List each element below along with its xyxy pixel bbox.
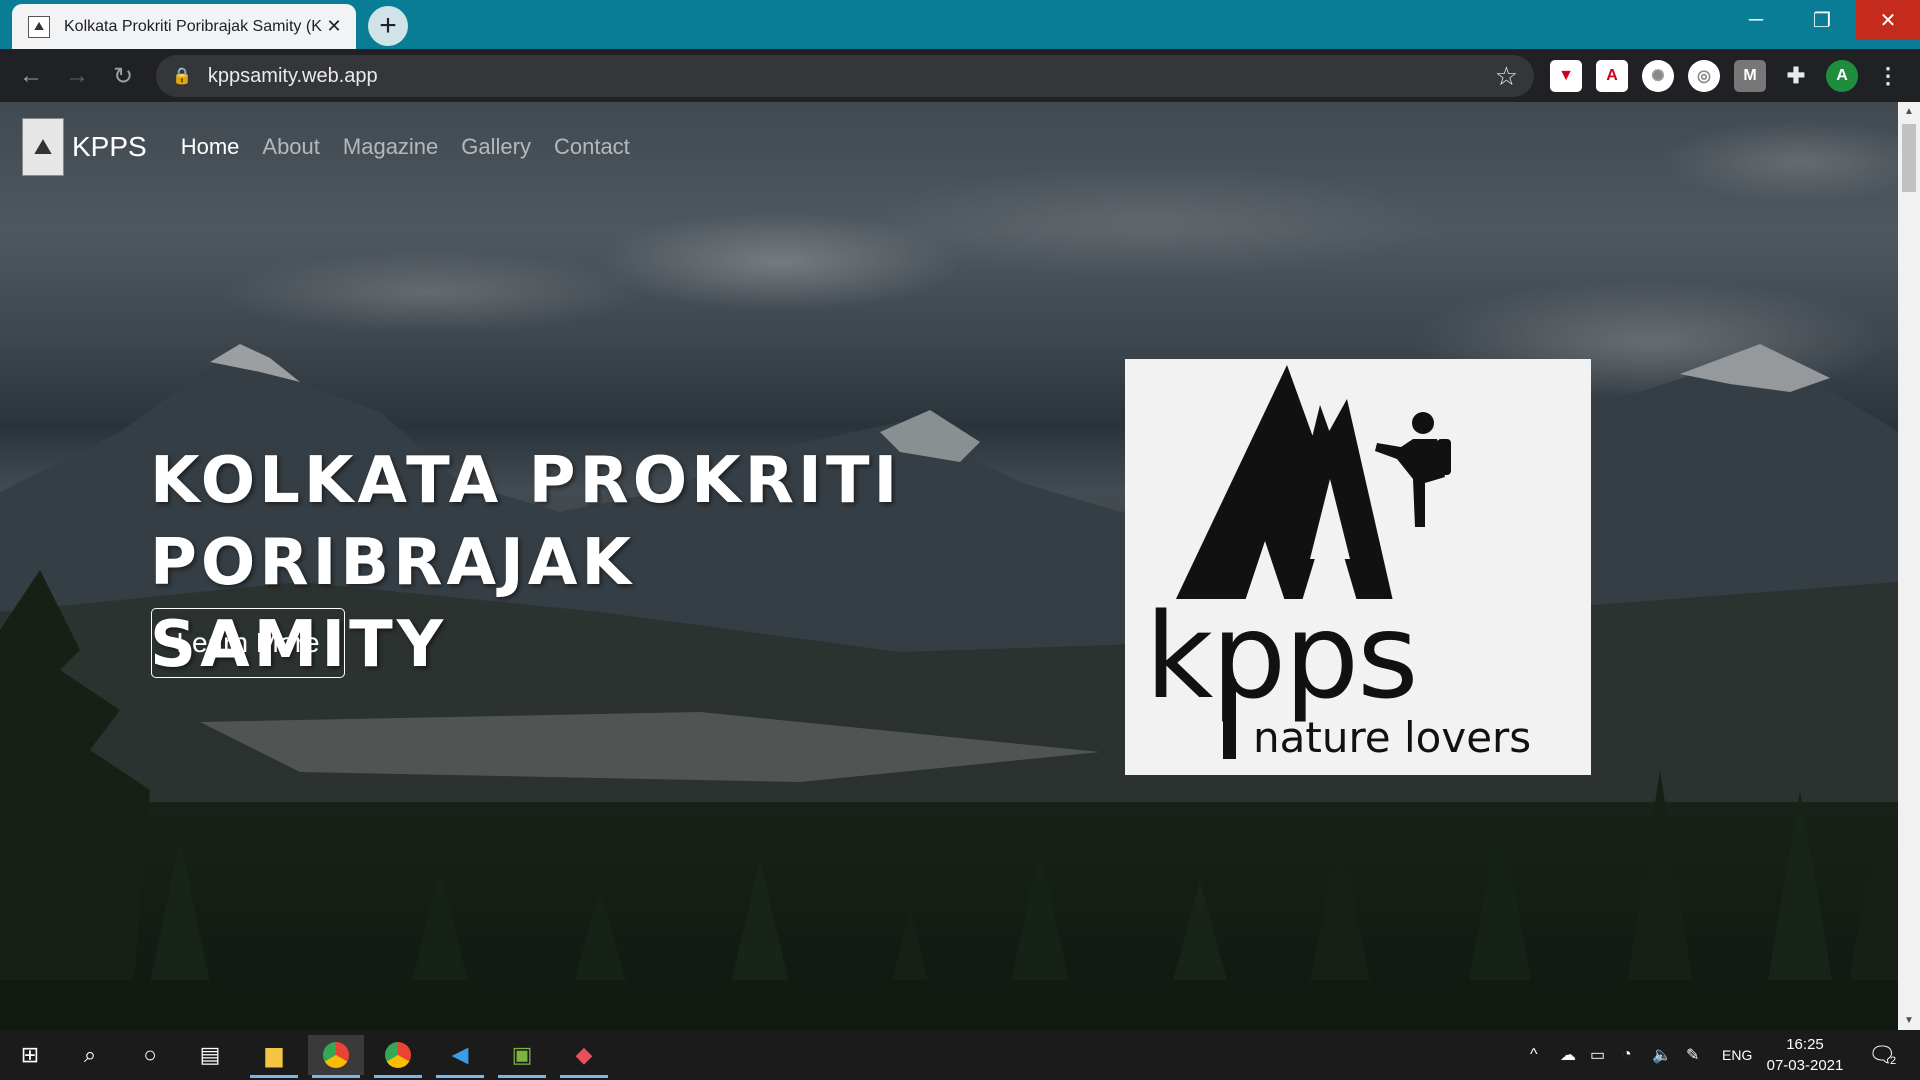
profile-avatar[interactable]: A	[1826, 60, 1858, 92]
nav-gallery[interactable]: Gallery	[461, 134, 531, 160]
pdf-extension-icon[interactable]: A	[1596, 60, 1628, 92]
nav-magazine[interactable]: Magazine	[343, 134, 438, 160]
tab-close-icon[interactable]: ✕	[322, 15, 346, 39]
image-editor-icon[interactable]: ▣	[494, 1035, 550, 1078]
windows-start-icon[interactable]: ⊞	[2, 1035, 58, 1075]
tray-chevron-icon[interactable]: ^	[1530, 1030, 1538, 1080]
battery-icon[interactable]: ▭	[1590, 1030, 1605, 1080]
browser-menu-icon[interactable]: ⋮	[1872, 60, 1904, 92]
scroll-up-arrow-icon[interactable]: ▲	[1903, 106, 1915, 117]
search-icon[interactable]: ⌕	[62, 1035, 118, 1075]
kpps-logo-card: kpps nature lovers	[1125, 359, 1591, 775]
clock-time: 16:25	[1786, 1036, 1824, 1053]
browser-titlebar: ⛰ Kolkata Prokriti Poribrajak Samity (K …	[0, 0, 1920, 49]
onedrive-icon[interactable]: ☁	[1560, 1030, 1576, 1080]
page-scrollbar[interactable]: ▲ ▼	[1898, 102, 1920, 1030]
kpps-logo-icon[interactable]: ⛰	[22, 118, 64, 176]
extension-m-icon[interactable]: M	[1734, 60, 1766, 92]
extension-camera-icon[interactable]: ◎	[1688, 60, 1720, 92]
notification-center-icon[interactable]: 🗨 2	[1868, 1030, 1896, 1080]
nav-home[interactable]: Home	[181, 134, 240, 160]
hero-title-line1: Kolkata Prokriti	[150, 444, 902, 518]
chrome-icon-2[interactable]	[370, 1035, 426, 1078]
nav-about[interactable]: About	[262, 134, 320, 160]
logo-wordmark: kpps	[1145, 587, 1419, 725]
lock-icon: 🔒	[172, 68, 192, 85]
chrome-icon[interactable]	[308, 1035, 364, 1078]
wifi-icon[interactable]: ◔	[1622, 1030, 1632, 1080]
address-bar[interactable]: 🔒 kppsamity.web.app ☆	[156, 55, 1534, 97]
url-text: kppsamity.web.app	[207, 64, 378, 87]
volume-icon[interactable]: 🔈	[1652, 1030, 1672, 1080]
browser-tab[interactable]: ⛰ Kolkata Prokriti Poribrajak Samity (K …	[12, 4, 356, 49]
site-navbar: ⛰ KPPS Home About Magazine Gallery Conta…	[22, 118, 653, 176]
windows-taskbar: ⊞ ⌕ ○ ▤ ▆ ◄ ▣ ◆ ^ ☁ ▭ ◔ 🔈 ✎ ENG 16:25 07…	[0, 1030, 1920, 1080]
mountain-climber-icon	[1175, 365, 1451, 599]
pen-icon[interactable]: ✎	[1686, 1030, 1699, 1080]
reload-button[interactable]: ↻	[106, 59, 140, 93]
close-window-button[interactable]: ✕	[1856, 0, 1920, 40]
taskbar-clock[interactable]: 16:25 07-03-2021	[1760, 1034, 1850, 1076]
plus-icon: +	[379, 9, 397, 42]
scrollbar-thumb[interactable]	[1902, 124, 1916, 192]
extensions-puzzle-icon[interactable]: ✚	[1780, 60, 1812, 92]
back-button[interactable]: ←	[14, 59, 48, 93]
restore-button[interactable]: ❐	[1790, 0, 1854, 40]
file-explorer-icon[interactable]: ▆	[246, 1035, 302, 1078]
cortana-icon[interactable]: ○	[122, 1035, 178, 1075]
logo-tagline: nature lovers	[1253, 713, 1532, 762]
clock-date: 07-03-2021	[1766, 1057, 1844, 1074]
minimize-button[interactable]: ─	[1724, 0, 1788, 40]
site-brand[interactable]: KPPS	[72, 131, 147, 163]
pocket-extension-icon[interactable]: ▼	[1550, 60, 1582, 92]
tab-title: Kolkata Prokriti Poribrajak Samity (K	[64, 17, 322, 35]
page-viewport: ⛰ KPPS Home About Magazine Gallery Conta…	[0, 102, 1898, 1030]
new-tab-button[interactable]: +	[368, 6, 408, 46]
task-view-icon[interactable]: ▤	[182, 1035, 238, 1075]
forward-button[interactable]: →	[60, 59, 94, 93]
vscode-icon[interactable]: ◄	[432, 1035, 488, 1078]
extension-gear-icon[interactable]: ✺	[1642, 60, 1674, 92]
nav-contact[interactable]: Contact	[554, 134, 630, 160]
language-indicator[interactable]: ENG	[1722, 1030, 1752, 1080]
scroll-down-arrow-icon[interactable]: ▼	[1903, 1015, 1915, 1026]
git-app-icon[interactable]: ◆	[556, 1035, 612, 1078]
browser-toolbar: ← → ↻ 🔒 kppsamity.web.app ☆ ▼ A ✺ ◎ M ✚ …	[0, 49, 1920, 102]
site-favicon-icon: ⛰	[28, 15, 50, 38]
bookmark-star-icon[interactable]: ☆	[1495, 61, 1518, 92]
learn-more-button[interactable]: Learn More	[151, 608, 345, 678]
notification-count: 2	[1889, 1055, 1897, 1067]
logo-stem	[1223, 679, 1236, 759]
